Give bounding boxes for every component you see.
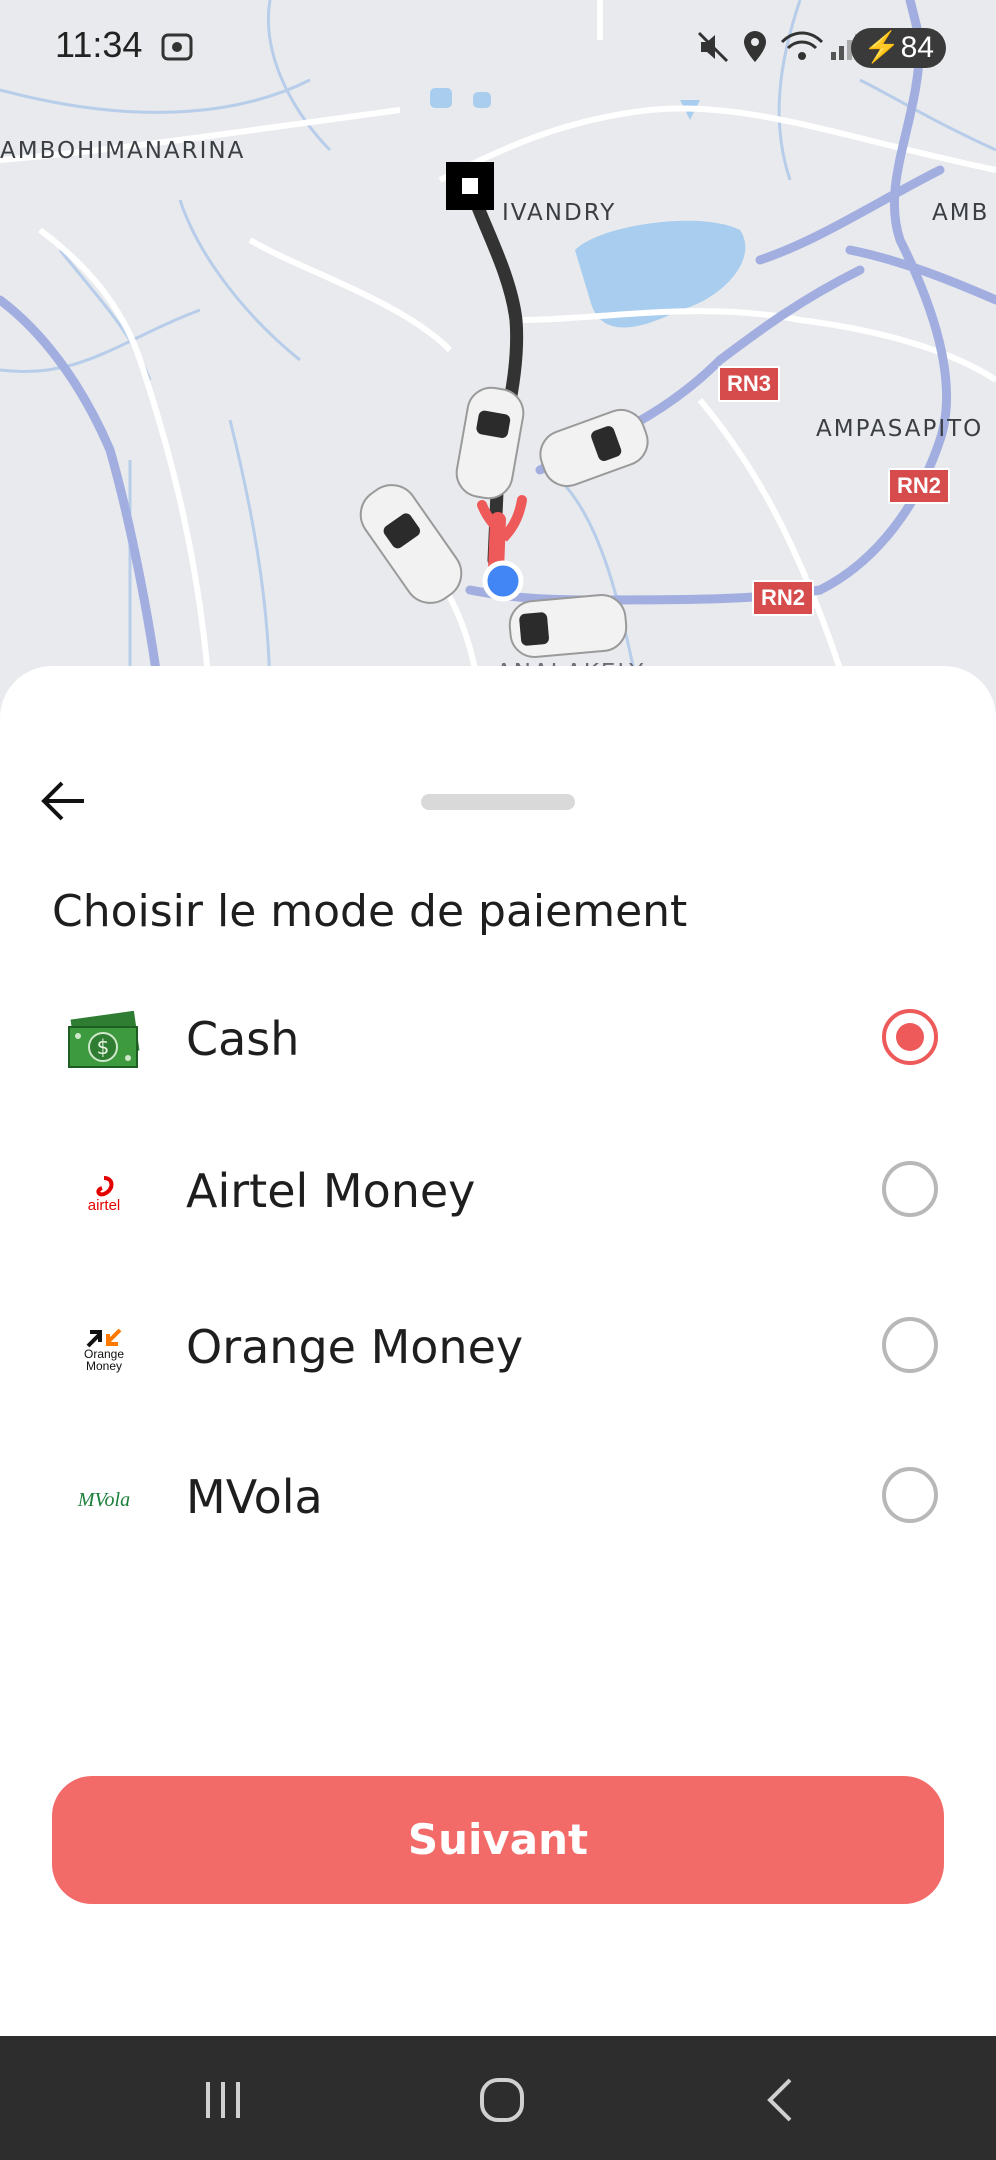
recent-apps-icon xyxy=(206,2082,240,2118)
back-nav-button[interactable] xyxy=(750,2068,814,2132)
airtel-swirl-icon xyxy=(96,1175,114,1196)
radio-button[interactable] xyxy=(882,1161,938,1217)
orange-money-arrows-icon xyxy=(86,1328,122,1348)
payment-option-mvola[interactable]: MVola MVola xyxy=(0,1438,996,1558)
orange-money-logo: Orange Money xyxy=(64,1318,144,1382)
airtel-logo: airtel xyxy=(64,1162,144,1226)
payment-option-label: MVola xyxy=(186,1470,323,1524)
svg-text:$: $ xyxy=(97,1035,110,1059)
status-time: 11:34 xyxy=(55,24,143,65)
next-button[interactable]: Suivant xyxy=(52,1776,944,1904)
map-view[interactable]: AMBOHIMANARINA IVANDRY AMB AMPASAPITO AN… xyxy=(0,0,996,700)
radio-button-selected[interactable] xyxy=(882,1009,938,1065)
screenshot-icon xyxy=(161,33,193,61)
home-button[interactable] xyxy=(470,2068,534,2132)
recent-apps-button[interactable] xyxy=(192,2068,256,2132)
status-bar: 11:34 ⚡84 xyxy=(0,0,996,95)
payment-option-label: Cash xyxy=(186,1012,300,1066)
road-shield: RN3 xyxy=(718,366,781,402)
mvola-logo: MVola xyxy=(64,1468,144,1532)
radio-button[interactable] xyxy=(882,1317,938,1373)
location-icon xyxy=(744,31,766,62)
road-shield: RN2 xyxy=(752,580,815,616)
charging-bolt-icon: ⚡ xyxy=(863,31,901,64)
airtel-logo-text: airtel xyxy=(87,1196,121,1214)
payment-option-cash[interactable]: $ Cash xyxy=(0,980,996,1100)
back-button[interactable] xyxy=(36,774,90,828)
map-label-place: AMPASAPITO xyxy=(816,416,984,442)
road-shield: RN2 xyxy=(888,468,951,504)
home-icon xyxy=(480,2078,524,2122)
wifi-icon xyxy=(780,31,824,60)
payment-option-label: Orange Money xyxy=(186,1320,524,1374)
map-label-place: AMBOHIMANARINA xyxy=(0,138,246,164)
payment-option-label: Airtel Money xyxy=(186,1164,476,1218)
sheet-title: Choisir le mode de paiement xyxy=(52,886,688,937)
mvola-logo-text: MVola xyxy=(77,1488,131,1511)
map-roads xyxy=(0,0,996,700)
payment-option-orange-money[interactable]: Orange Money Orange Money xyxy=(0,1288,996,1408)
battery-charging-icon: ⚡84 xyxy=(851,28,946,68)
arrow-left-icon xyxy=(41,781,84,821)
battery-level: 84 xyxy=(900,31,934,64)
back-icon xyxy=(767,2078,792,2122)
cash-icon: $ xyxy=(64,1010,144,1074)
payment-option-airtel-money[interactable]: airtel Airtel Money xyxy=(0,1132,996,1252)
map-label-place: IVANDRY xyxy=(502,200,617,226)
mute-icon xyxy=(697,31,729,63)
drag-handle[interactable] xyxy=(421,794,575,810)
payment-bottom-sheet: Choisir le mode de paiement $ Cash airte… xyxy=(0,666,996,2036)
map-label-place: AMB xyxy=(932,200,990,226)
orange-money-logo-text: Orange Money xyxy=(83,1347,125,1373)
radio-button[interactable] xyxy=(882,1467,938,1523)
system-nav-bar xyxy=(0,2036,996,2160)
